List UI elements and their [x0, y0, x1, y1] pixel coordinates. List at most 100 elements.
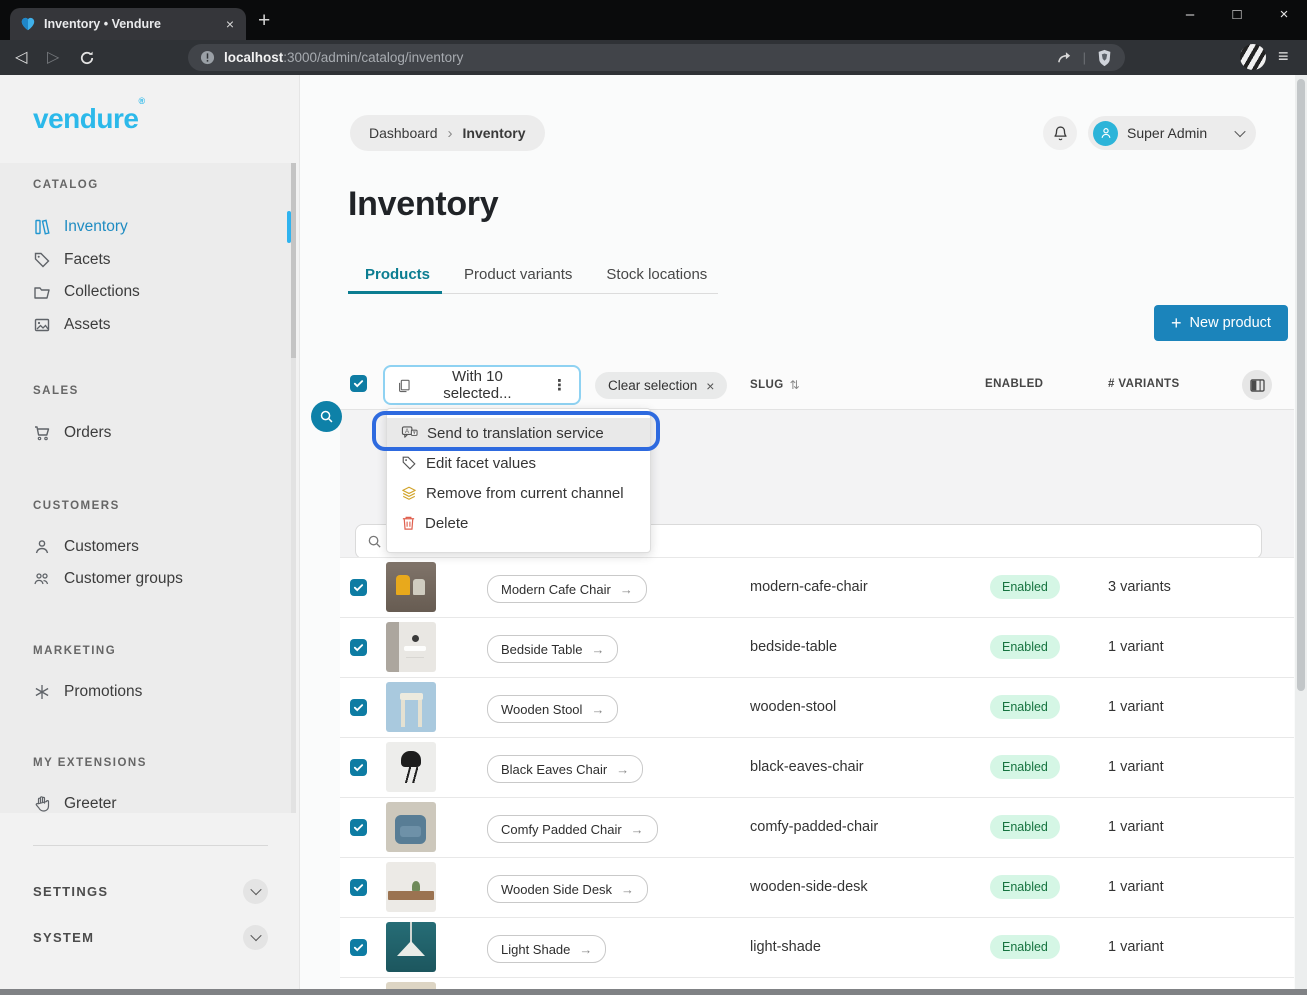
product-link[interactable]: Modern Cafe Chair→	[487, 575, 647, 603]
check-icon	[353, 942, 364, 953]
sidebar-item-promotions[interactable]: Promotions	[33, 678, 142, 705]
browser-titlebar: Inventory • Vendure × + – □ ×	[0, 0, 1307, 40]
new-tab-button[interactable]: +	[258, 9, 270, 33]
sidebar-item-customer-groups[interactable]: Customer groups	[33, 565, 183, 592]
system-expand-button[interactable]	[243, 925, 268, 950]
menu-item-remove-from-channel[interactable]: Remove from current channel	[387, 478, 650, 508]
product-link[interactable]: Wooden Stool→	[487, 695, 618, 723]
app-window: Inventory • Vendure × + – □ × ◁ ▷ localh…	[0, 0, 1307, 995]
browser-forward-button[interactable]: ▷	[47, 47, 59, 67]
vendure-logo[interactable]: vendure®	[33, 103, 145, 135]
sidebar-item-orders[interactable]: Orders	[33, 419, 111, 446]
settings-label: SETTINGS	[33, 884, 108, 899]
breadcrumb[interactable]: Dashboard › Inventory	[350, 115, 545, 151]
sidebar-item-inventory[interactable]: Inventory	[33, 213, 128, 240]
sidebar-item-assets[interactable]: Assets	[33, 311, 111, 338]
user-avatar	[1093, 121, 1118, 146]
select-all-checkbox[interactable]	[350, 375, 367, 392]
breadcrumb-dashboard[interactable]: Dashboard	[369, 125, 438, 141]
menu-item-edit-facet-values[interactable]: Edit facet values	[387, 448, 650, 478]
row-checkbox[interactable]	[350, 939, 367, 956]
sort-icon[interactable]: ⇅	[790, 378, 800, 392]
kebab-menu-icon[interactable]: ⋮	[552, 376, 567, 394]
product-thumbnail	[386, 742, 436, 792]
column-header-enabled: ENABLED	[985, 378, 1043, 390]
product-link[interactable]: Light Shade→	[487, 935, 606, 963]
row-checkbox[interactable]	[350, 879, 367, 896]
tab-stock-locations[interactable]: Stock locations	[589, 258, 724, 296]
page-scrollbar[interactable]	[1295, 75, 1307, 995]
product-link[interactable]: Black Eaves Chair→	[487, 755, 643, 783]
column-settings-button[interactable]	[1242, 370, 1272, 400]
url-path: :3000/admin/catalog/inventory	[283, 50, 463, 65]
translate-icon: A	[401, 425, 418, 441]
check-icon	[353, 642, 364, 653]
sidebar-item-label: Customer groups	[64, 570, 183, 588]
address-bar[interactable]: localhost:3000/admin/catalog/inventory |	[188, 44, 1125, 71]
browser-tab[interactable]: Inventory • Vendure ×	[10, 8, 246, 40]
row-checkbox[interactable]	[350, 759, 367, 776]
bulk-actions-dropdown: A Send to translation service Edit facet…	[386, 408, 651, 553]
brave-shield-icon[interactable]	[1096, 49, 1113, 67]
sidebar-item-label: Collections	[64, 283, 140, 301]
row-checkbox[interactable]	[350, 819, 367, 836]
user-menu[interactable]: Super Admin	[1088, 116, 1256, 150]
column-header-slug[interactable]: SLUG ⇅	[750, 378, 800, 392]
column-header-variants: # VARIANTS	[1108, 378, 1180, 390]
product-slug: modern-cafe-chair	[750, 579, 868, 595]
product-thumbnail	[386, 562, 436, 612]
sidebar-section-system[interactable]: SYSTEM	[33, 924, 268, 950]
arrow-right-icon: →	[621, 882, 634, 897]
tab-product-variants[interactable]: Product variants	[447, 258, 589, 296]
window-maximize-button[interactable]: □	[1222, 6, 1252, 23]
row-checkbox[interactable]	[350, 699, 367, 716]
tab-close-icon[interactable]: ×	[224, 16, 236, 32]
variant-count: 1 variant	[1108, 819, 1164, 835]
row-checkbox[interactable]	[350, 639, 367, 656]
search-fab-button[interactable]	[311, 401, 342, 432]
status-badge: Enabled	[990, 935, 1060, 959]
check-icon	[353, 822, 364, 833]
page-scrollbar-thumb[interactable]	[1297, 79, 1305, 691]
bulk-actions-button[interactable]: With 10 selected... ⋮	[383, 365, 581, 405]
product-slug: wooden-stool	[750, 699, 836, 715]
browser-menu-icon[interactable]: ≡	[1278, 46, 1289, 67]
sidebar-item-customers[interactable]: Customers	[33, 533, 139, 560]
user-icon	[33, 538, 51, 556]
table-row: Modern Cafe Chair→ modern-cafe-chair Ena…	[340, 557, 1294, 617]
new-product-button[interactable]: + New product	[1154, 305, 1288, 341]
window-bottom-edge	[0, 989, 1307, 995]
product-link[interactable]: Bedside Table→	[487, 635, 618, 663]
product-link[interactable]: Comfy Padded Chair→	[487, 815, 658, 843]
notifications-button[interactable]	[1043, 116, 1077, 150]
section-label-sales: SALES	[33, 385, 79, 397]
menu-item-send-to-translation[interactable]: A Send to translation service	[387, 418, 650, 448]
section-label-catalog: CATALOG	[33, 179, 99, 191]
window-minimize-button[interactable]: –	[1175, 6, 1205, 23]
browser-reload-button[interactable]	[79, 50, 95, 66]
settings-expand-button[interactable]	[243, 879, 268, 904]
table-row: Black Eaves Chair→ black-eaves-chair Ena…	[340, 737, 1294, 797]
sidebar-item-facets[interactable]: Facets	[33, 246, 111, 273]
inventory-books-icon	[33, 218, 51, 236]
product-link[interactable]: Wooden Side Desk→	[487, 875, 648, 903]
browser-back-button[interactable]: ◁	[15, 47, 27, 67]
sidebar-scrollbar-thumb[interactable]	[291, 163, 296, 358]
tag-icon	[401, 455, 417, 471]
product-table: Modern Cafe Chair→ modern-cafe-chair Ena…	[340, 557, 1294, 995]
share-icon[interactable]	[1056, 49, 1073, 66]
tag-icon	[33, 251, 51, 269]
sidebar-scrollbar[interactable]	[291, 163, 296, 813]
clear-selection-button[interactable]: Clear selection ×	[595, 372, 727, 399]
menu-item-delete[interactable]: Delete	[387, 508, 650, 538]
row-checkbox[interactable]	[350, 579, 367, 596]
sidebar-section-settings[interactable]: SETTINGS	[33, 878, 268, 904]
vendure-favicon-heart-icon	[20, 16, 36, 32]
sidebar-item-greeter[interactable]: Greeter	[33, 790, 117, 817]
site-info-icon[interactable]	[200, 50, 215, 65]
sidebar-item-collections[interactable]: Collections	[33, 278, 140, 305]
bulk-actions-label: With 10 selected...	[421, 368, 534, 402]
browser-profile-avatar[interactable]	[1240, 44, 1266, 70]
trash-icon	[401, 515, 416, 531]
window-close-button[interactable]: ×	[1269, 6, 1299, 23]
